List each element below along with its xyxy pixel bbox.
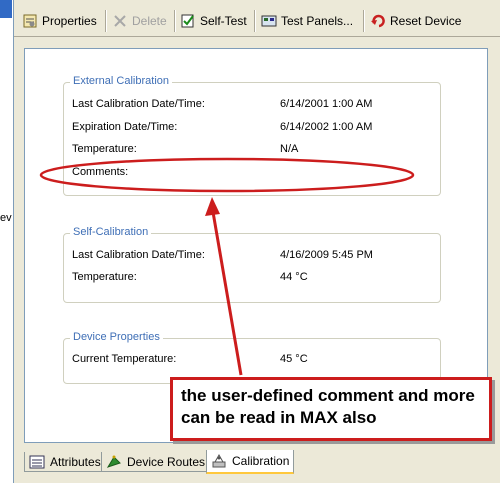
attributes-icon (29, 454, 45, 470)
device-routes-icon (106, 454, 122, 470)
tab-attributes[interactable]: Attributes (24, 452, 106, 472)
tab-calibration[interactable]: Calibration (206, 450, 295, 474)
comments-highlight-ellipse (39, 157, 415, 193)
tab-device-routes-label: Device Routes (127, 454, 206, 469)
annotation-arrow-line (211, 211, 243, 376)
tab-device-routes[interactable]: Device Routes (101, 452, 211, 472)
tab-attributes-label: Attributes (50, 454, 101, 469)
annotation-callout: the user-defined comment and more can be… (170, 377, 492, 441)
calibration-icon (211, 453, 227, 469)
tab-calibration-label: Calibration (232, 454, 290, 468)
annotation-arrow-head (205, 197, 220, 216)
annotation-text: the user-defined comment and more can be… (181, 386, 475, 427)
tab-bar: Attributes Device Routes Calibration (24, 450, 500, 483)
